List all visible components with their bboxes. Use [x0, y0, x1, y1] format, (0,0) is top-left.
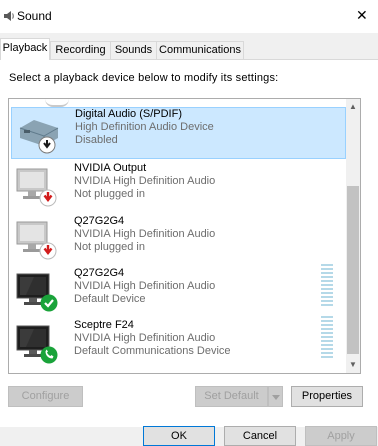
- tab-playback[interactable]: Playback: [0, 38, 50, 60]
- volume-level-meter: [321, 264, 333, 306]
- device-description: NVIDIA High Definition Audio: [74, 332, 216, 344]
- close-button[interactable]: ✕: [341, 0, 378, 33]
- tab-label: Communications: [159, 44, 241, 56]
- tab-label: Sounds: [114, 44, 153, 56]
- ok-button[interactable]: OK: [143, 426, 215, 446]
- scrollbar-thumb[interactable]: [347, 186, 359, 354]
- device-row-sceptre-f24[interactable]: Sceptre F24 NVIDIA High Definition Audio…: [11, 316, 346, 370]
- device-list-rows: Digital Audio (S/PDIF) High Definition A…: [9, 99, 346, 373]
- tab-strip: Recording Sounds Communications Playback: [0, 38, 378, 60]
- speaker-icon: [4, 11, 14, 21]
- window-title: Sound: [17, 9, 52, 23]
- monitor-icon: [16, 221, 57, 260]
- device-status: Default Device: [74, 293, 146, 305]
- tab-sounds[interactable]: Sounds: [110, 41, 157, 59]
- device-status: Not plugged in: [74, 188, 145, 200]
- vertical-scrollbar[interactable]: ▲ ▼: [346, 99, 360, 373]
- device-row-q27g2g4-unplugged[interactable]: Q27G2G4 NVIDIA High Definition Audio Not…: [11, 214, 346, 266]
- monitor-icon: [16, 168, 57, 207]
- device-list[interactable]: Digital Audio (S/PDIF) High Definition A…: [8, 98, 361, 374]
- device-description: NVIDIA High Definition Audio: [74, 280, 216, 292]
- cancel-button[interactable]: Cancel: [224, 426, 296, 446]
- properties-button[interactable]: Properties: [291, 386, 363, 407]
- monitor-icon: [16, 273, 58, 312]
- spdif-box-icon: [19, 120, 59, 154]
- tab-communications[interactable]: Communications: [156, 41, 244, 59]
- device-row-digital-audio[interactable]: Digital Audio (S/PDIF) High Definition A…: [11, 107, 346, 159]
- device-name: Digital Audio (S/PDIF): [75, 108, 182, 120]
- device-status: Disabled: [75, 134, 118, 146]
- device-name: Q27G2G4: [74, 215, 125, 227]
- set-default-button[interactable]: Set Default: [195, 386, 268, 407]
- set-default-dropdown[interactable]: [268, 386, 283, 407]
- device-status: Default Communications Device: [74, 345, 231, 357]
- device-name: Q27G2G4: [74, 267, 125, 279]
- close-icon: ✕: [356, 7, 368, 23]
- device-name: NVIDIA Output: [74, 162, 147, 174]
- chevron-down-icon: [272, 395, 280, 400]
- device-description: NVIDIA High Definition Audio: [74, 175, 216, 187]
- monitor-icon: [16, 325, 58, 364]
- tab-label: Recording: [55, 44, 106, 56]
- device-description: NVIDIA High Definition Audio: [74, 228, 216, 240]
- device-status: Not plugged in: [74, 241, 145, 253]
- tab-label: Playback: [2, 42, 48, 54]
- scroll-up-icon[interactable]: ▲: [346, 99, 360, 115]
- volume-level-meter: [321, 316, 333, 358]
- configure-button[interactable]: Configure: [8, 386, 83, 407]
- device-row-nvidia-output[interactable]: NVIDIA Output NVIDIA High Definition Aud…: [11, 161, 346, 213]
- title-bar: Sound ✕: [0, 0, 378, 33]
- instruction-text: Select a playback device below to modify…: [9, 72, 279, 84]
- tab-recording[interactable]: Recording: [50, 41, 111, 59]
- partial-device-icon: [45, 99, 69, 107]
- apply-button[interactable]: Apply: [305, 426, 377, 446]
- device-name: Sceptre F24: [74, 319, 134, 331]
- device-row-q27g2g4-default[interactable]: Q27G2G4 NVIDIA High Definition Audio Def…: [11, 264, 346, 318]
- scroll-down-icon[interactable]: ▼: [346, 357, 360, 373]
- device-description: High Definition Audio Device: [75, 121, 214, 133]
- playback-panel: Select a playback device below to modify…: [0, 59, 378, 427]
